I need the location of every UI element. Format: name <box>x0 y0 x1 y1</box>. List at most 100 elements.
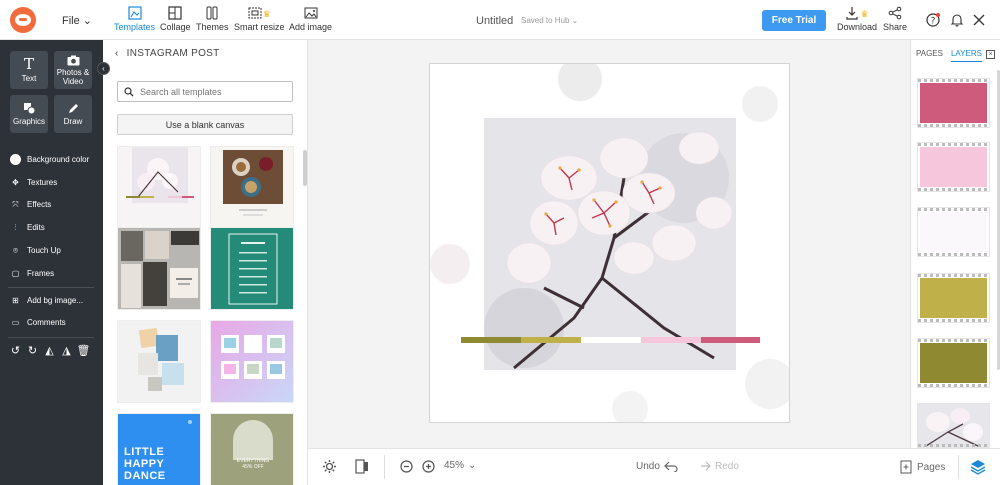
download-label: Download <box>837 22 878 32</box>
color-dot-icon <box>10 154 21 165</box>
layers-icon[interactable] <box>970 459 986 475</box>
tool-add-image-label: Add image <box>289 22 333 32</box>
rail-frames[interactable]: ▢ Frames <box>10 268 54 279</box>
tab-pages[interactable]: PAGES <box>916 49 943 62</box>
rail-effects[interactable]: ⤧ Effects <box>10 199 51 210</box>
template-thumb[interactable] <box>117 227 201 310</box>
tab-layers[interactable]: LAYERS <box>950 49 982 62</box>
layer-item[interactable] <box>917 273 990 323</box>
smart-resize-icon-wrap: ♛ <box>248 6 271 22</box>
template-thumb[interactable] <box>210 146 294 229</box>
template-thumb[interactable] <box>210 227 294 310</box>
layer-item[interactable] <box>917 403 990 448</box>
svg-text:?: ? <box>931 17 936 27</box>
undo-button[interactable]: Undo <box>636 460 678 472</box>
tool-smart-resize[interactable]: ♛ Smart resize <box>234 6 285 32</box>
close-panel-icon[interactable]: × <box>986 50 995 59</box>
rotate-right-icon[interactable]: ↻ <box>27 345 38 357</box>
redo-label: Redo <box>715 460 739 472</box>
flip-horizontal-icon[interactable]: ◭ <box>44 345 55 357</box>
teal-menu-thumbnail <box>211 228 293 309</box>
zoom-in-icon[interactable] <box>422 460 435 473</box>
toolbar-divider <box>958 455 959 479</box>
search-input[interactable] <box>140 86 280 97</box>
blank-canvas-button[interactable]: Use a blank canvas <box>117 114 293 135</box>
pink-grid-thumbnail <box>211 321 293 402</box>
layers-panel: PAGES LAYERS × <box>910 40 1000 448</box>
rail-add-bg-image[interactable]: ⊞ Add bg image... <box>10 295 83 306</box>
close-icon[interactable] <box>973 14 985 26</box>
cherry-blossom-photo[interactable] <box>484 118 736 370</box>
layer-swatch <box>920 147 987 187</box>
rail-draw-label: Draw <box>63 117 83 126</box>
add-image-icon <box>304 7 318 19</box>
tool-themes[interactable]: Themes <box>196 6 229 32</box>
share-button[interactable]: Share <box>883 6 907 32</box>
rail-edits[interactable]: ⫶ Edits <box>10 222 45 233</box>
rail-background-color[interactable]: Background color <box>10 154 89 165</box>
tool-collage[interactable]: Collage <box>160 6 191 32</box>
file-menu[interactable]: File ⌄ <box>62 14 92 28</box>
flip-vertical-icon[interactable]: ◮ <box>61 345 72 357</box>
decor-dot <box>188 420 192 424</box>
tool-smart-resize-label: Smart resize <box>234 22 285 32</box>
cherry-blossom-image <box>484 118 736 370</box>
panel-scrollbar[interactable] <box>303 150 307 186</box>
pages-button[interactable]: Pages <box>900 460 945 474</box>
themes-icon <box>206 6 218 20</box>
picmonkey-logo[interactable] <box>10 7 36 33</box>
layer-item[interactable] <box>917 338 990 388</box>
download-button[interactable]: ♛ Download <box>837 6 877 32</box>
stripe-mustard[interactable] <box>521 337 581 343</box>
camera-icon <box>67 55 79 65</box>
canvas-bottom-bar: 45% ⌄ Undo Redo Pages <box>308 448 1000 485</box>
template-thumb[interactable]: EVERYTHING 45% OFF <box>210 413 294 485</box>
collapse-panel-button[interactable]: ‹ <box>97 62 110 75</box>
template-thumb[interactable] <box>117 320 201 403</box>
rail-graphics-label: Graphics <box>12 117 45 126</box>
bell-icon[interactable] <box>950 13 964 27</box>
layer-swatch <box>920 343 987 383</box>
layer-item[interactable] <box>917 142 990 192</box>
chevron-down-icon: ⌄ <box>468 460 477 471</box>
rail-photos-button[interactable]: Photos & Video <box>54 51 92 89</box>
rail-textures[interactable]: ✥ Textures <box>10 177 57 188</box>
stripe-olive[interactable] <box>461 337 521 343</box>
page-size-icon[interactable] <box>355 459 369 474</box>
tool-rail: T Text Photos & Video Graphics Draw Back… <box>0 40 103 485</box>
rail-frames-label: Frames <box>27 269 55 278</box>
rail-graphics-button[interactable]: Graphics <box>10 95 48 133</box>
settings-gear-icon[interactable] <box>322 459 337 474</box>
share-label: Share <box>883 22 908 32</box>
saved-status[interactable]: Saved to Hub ⌄ <box>521 16 578 25</box>
layer-item[interactable] <box>917 78 990 128</box>
stripe-light-pink[interactable] <box>641 337 701 343</box>
design-page[interactable] <box>429 63 790 423</box>
stripe-rose[interactable] <box>701 337 760 343</box>
template-thumb[interactable] <box>117 146 201 229</box>
zoom-out-icon[interactable] <box>400 460 413 473</box>
layer-item[interactable] <box>917 207 990 257</box>
trash-icon[interactable]: 🗑 <box>77 345 91 357</box>
tool-themes-label: Themes <box>196 22 229 32</box>
collage-icon <box>168 6 182 20</box>
tool-templates[interactable]: Templates <box>114 6 155 32</box>
back-icon[interactable]: ‹ <box>115 48 119 59</box>
rail-text-button[interactable]: T Text <box>10 51 48 89</box>
rail-touch-up[interactable]: ⌾ Touch Up <box>10 245 61 256</box>
zoom-select[interactable]: 45% ⌄ <box>444 460 476 471</box>
rotate-left-icon[interactable]: ↺ <box>10 345 21 357</box>
interior-moodboard-thumbnail <box>118 228 200 309</box>
document-title[interactable]: Untitled <box>476 15 513 27</box>
rail-draw-button[interactable]: Draw <box>54 95 92 133</box>
template-thumb[interactable]: LITTLE HAPPY DANCE <box>117 413 201 485</box>
tool-add-image[interactable]: Add image <box>289 6 332 32</box>
template-search[interactable] <box>117 81 293 102</box>
layer-swatch <box>920 278 987 318</box>
rail-comments[interactable]: ▭ Comments <box>10 317 66 328</box>
help-icon[interactable]: ? <box>926 13 940 27</box>
redo-button[interactable]: Redo <box>697 460 739 472</box>
stripe-white[interactable] <box>581 337 641 343</box>
template-thumb[interactable] <box>210 320 294 403</box>
free-trial-button[interactable]: Free Trial <box>762 10 826 31</box>
